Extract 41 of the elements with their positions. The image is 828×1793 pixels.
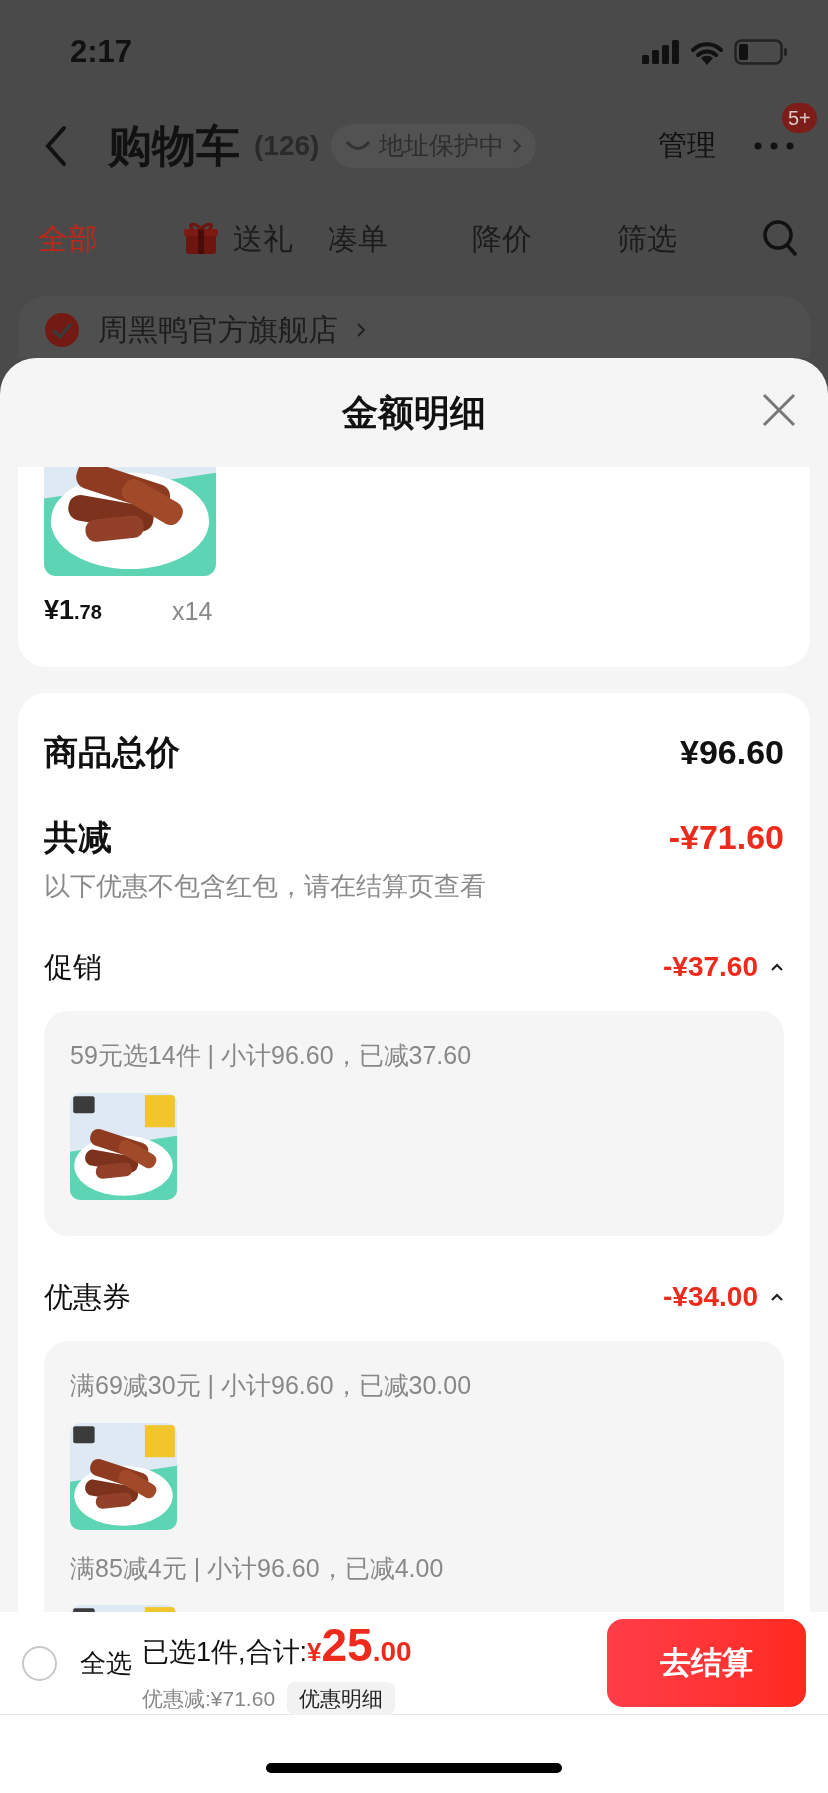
manage-link[interactable]: 管理 [658,124,716,168]
discount-rule: 满69减30元 | 小计96.60，已减30.00 [70,1370,473,1401]
discount-rule: 满85减4元 | 小计96.60，已减4.00 [70,1552,445,1584]
total-amount: ¥25.00 [307,1617,412,1673]
caret-up-icon [770,962,784,972]
discount-label: 共减 [44,816,112,858]
total-label: 商品总价 [44,731,180,773]
item-quantity: x14 [172,596,213,627]
status-time: 2:17 [70,32,133,71]
gift-icon [182,221,219,255]
notification-badge: 5+ [782,103,817,133]
item-price: ¥1.78 [44,594,103,627]
total-value: ¥96.60 [680,731,784,773]
chevron-icon [356,322,366,338]
wifi-icon [690,39,724,65]
sheet-title: 金额明细 [342,390,486,435]
discount-rule: 59元选14件 | 小计96.60，已减37.60 [70,1040,473,1071]
tab[interactable]: 全部 [38,215,98,261]
discount-summary: 优惠减:¥71.60 [142,1685,276,1712]
section-title: 优惠券 [44,1279,131,1315]
close-icon[interactable] [762,393,796,427]
page-title: 购物车 [108,120,240,172]
section-title: 促销 [44,949,102,985]
chevron-icon [512,138,523,154]
search-icon[interactable] [762,219,798,257]
back-icon[interactable] [44,125,68,167]
section-toggle[interactable]: -¥34.00 [663,1276,784,1319]
signal-icon [642,40,680,64]
discount-value: -¥71.60 [668,816,784,858]
selected-summary: 已选1件,合计: [142,1635,308,1669]
smile-icon [345,139,372,153]
discount-detail-button[interactable]: 优惠明细 [287,1681,396,1716]
more-icon[interactable] [754,142,794,150]
select-all-label: 全选 [80,1646,132,1680]
battery-icon [734,39,788,65]
check-icon[interactable] [44,312,80,348]
caret-up-icon [770,1292,784,1302]
section-toggle[interactable]: -¥37.60 [663,946,784,989]
select-all-checkbox[interactable] [22,1645,57,1681]
discount-note: 以下优惠不包含红包，请在结算页查看 [44,869,487,903]
checkout-button[interactable]: 去结算 [607,1619,806,1707]
